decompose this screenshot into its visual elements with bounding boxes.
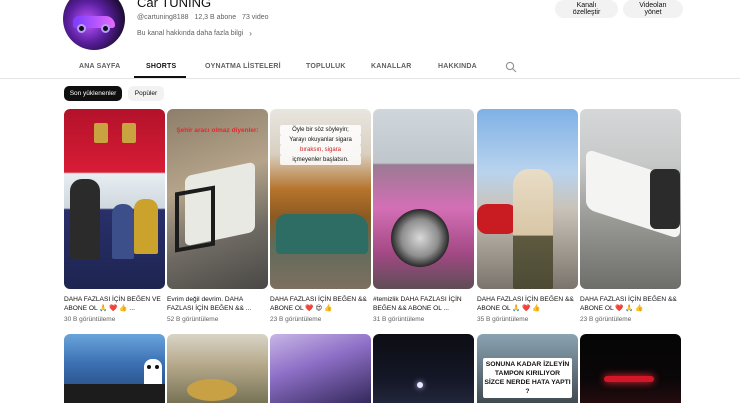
short-card[interactable] bbox=[580, 334, 681, 403]
taillight-graphic bbox=[604, 376, 654, 382]
short-thumbnail[interactable]: Şehir aracı olmaz diyenler: bbox=[167, 109, 268, 289]
avatar-wheel-graphic bbox=[101, 24, 110, 33]
short-card[interactable]: Öyle bir söz söyleyin; Yarayı okuyanlar … bbox=[270, 109, 371, 323]
short-card[interactable]: DAHA FAZLASI İÇİN BEĞEN && ABONE OL ❤️ 🙏… bbox=[580, 109, 681, 323]
channel-subscribers: 12,3 B abone bbox=[194, 14, 237, 21]
short-thumbnail[interactable] bbox=[477, 109, 578, 289]
short-thumbnail[interactable] bbox=[373, 334, 474, 403]
tab-about[interactable]: HAKKINDA bbox=[438, 63, 477, 70]
channel-about-text: Bu kanal hakkında daha fazla bilgi bbox=[137, 30, 244, 37]
person-graphic bbox=[513, 169, 553, 289]
frame-graphic bbox=[175, 185, 215, 253]
trophy-graphic bbox=[94, 123, 108, 143]
short-thumbnail[interactable] bbox=[167, 334, 268, 403]
channel-avatar[interactable] bbox=[63, 0, 125, 50]
short-title[interactable]: #temizlik DAHA FAZLASI İÇİN BEĞEN && ABO… bbox=[373, 295, 474, 313]
avatar-wheel-graphic bbox=[77, 24, 86, 33]
channel-name: Car TUNING bbox=[137, 0, 212, 10]
tab-channels[interactable]: KANALLAR bbox=[371, 63, 411, 70]
customize-channel-button[interactable]: Kanalı özelleştir bbox=[555, 0, 618, 18]
short-thumbnail[interactable] bbox=[580, 334, 681, 403]
short-thumbnail[interactable] bbox=[270, 334, 371, 403]
short-thumbnail[interactable] bbox=[64, 109, 165, 289]
short-card[interactable] bbox=[167, 334, 268, 403]
short-views: 23 B görüntüleme bbox=[270, 316, 322, 323]
short-views: 31 B görüntüleme bbox=[373, 316, 425, 323]
tab-community[interactable]: TOPLULUK bbox=[306, 63, 346, 70]
short-card[interactable] bbox=[373, 334, 474, 403]
tab-shorts[interactable]: SHORTS bbox=[146, 63, 176, 70]
short-card[interactable]: #temizlik DAHA FAZLASI İÇİN BEĞEN && ABO… bbox=[373, 109, 474, 323]
tab-playlists[interactable]: OYNATMA LİSTELERİ bbox=[205, 63, 281, 70]
chevron-right-icon: › bbox=[249, 29, 252, 38]
channel-video-count: 73 video bbox=[242, 14, 269, 21]
car-graphic bbox=[64, 384, 165, 403]
filter-recent-chip[interactable]: Son yüklenenler bbox=[64, 86, 122, 101]
light-graphic bbox=[417, 382, 423, 388]
thumbnail-overlay-text: SONUNA KADAR İZLEYİN TAMPON KIRILIYOR Sİ… bbox=[483, 358, 572, 398]
short-views: 23 B görüntüleme bbox=[580, 316, 632, 323]
channel-handle: @cartuning8188 bbox=[137, 14, 189, 21]
thumbnail-caption-line: içmeyenler başlatsın. bbox=[280, 155, 361, 165]
short-thumbnail[interactable] bbox=[373, 109, 474, 289]
short-thumbnail[interactable]: Öyle bir söz söyleyin; Yarayı okuyanlar … bbox=[270, 109, 371, 289]
thumbnail-caption-line: Öyle bir söz söyleyin; bbox=[280, 125, 361, 135]
short-card[interactable]: Şehir aracı olmaz diyenler: Evrim değil … bbox=[167, 109, 268, 323]
short-title[interactable]: Evrim değil devrim. DAHA FAZLASI İÇİN BE… bbox=[167, 295, 268, 313]
thumbnail-overlay-text: Şehir aracı olmaz diyenler: bbox=[176, 127, 259, 134]
short-title[interactable]: DAHA FAZLASI İÇİN BEĞEN VE ABONE OL 🙏 ❤️… bbox=[64, 295, 165, 313]
short-title[interactable]: DAHA FAZLASI İÇİN BEĞEN && ABONE OL ❤️ 🙏… bbox=[580, 295, 681, 313]
short-card[interactable]: DAHA FAZLASI İÇİN BEĞEN && ABONE OL 🙏 ❤️… bbox=[477, 109, 578, 323]
short-thumbnail[interactable] bbox=[580, 109, 681, 289]
short-card[interactable] bbox=[270, 334, 371, 403]
short-views: 52 B görüntüleme bbox=[167, 316, 219, 323]
car-graphic bbox=[477, 204, 517, 234]
short-title[interactable]: DAHA FAZLASI İÇİN BEĞEN && ABONE OL ❤️ 😍… bbox=[270, 295, 371, 313]
person-graphic bbox=[134, 199, 158, 254]
channel-about-link[interactable]: Bu kanal hakkında daha fazla bilgi › bbox=[137, 29, 252, 38]
short-views: 35 B görüntüleme bbox=[477, 316, 529, 323]
filter-popular-chip[interactable]: Popüler bbox=[128, 86, 164, 101]
person-graphic bbox=[112, 204, 134, 259]
short-thumbnail[interactable]: SONUNA KADAR İZLEYİN TAMPON KIRILIYOR Sİ… bbox=[477, 334, 578, 403]
car-graphic bbox=[276, 214, 368, 254]
channel-meta: @cartuning8188 12,3 B abone 73 video bbox=[137, 14, 269, 21]
short-views: 30 B görüntüleme bbox=[64, 316, 116, 323]
thumbnail-caption-line: Yarayı okuyanlar sigara bbox=[280, 135, 361, 145]
car-graphic bbox=[650, 169, 680, 229]
trophy-graphic bbox=[122, 123, 136, 143]
manage-videos-button[interactable]: Videoları yönet bbox=[623, 0, 683, 18]
short-card[interactable]: DAHA FAZLASI İÇİN BEĞEN VE ABONE OL 🙏 ❤️… bbox=[64, 109, 165, 323]
short-card[interactable]: SONUNA KADAR İZLEYİN TAMPON KIRILIYOR Sİ… bbox=[477, 334, 578, 403]
search-icon[interactable] bbox=[505, 61, 517, 73]
tabs-divider bbox=[0, 78, 740, 79]
object-graphic bbox=[187, 379, 237, 401]
thumbnail-caption-line: bıraksın, sigara bbox=[280, 145, 361, 155]
tab-home[interactable]: ANA SAYFA bbox=[79, 63, 120, 70]
short-thumbnail[interactable] bbox=[64, 334, 165, 403]
person-graphic bbox=[70, 179, 100, 259]
short-card[interactable] bbox=[64, 334, 165, 403]
short-title[interactable]: DAHA FAZLASI İÇİN BEĞEN && ABONE OL 🙏 ❤️… bbox=[477, 295, 578, 313]
wheel-graphic bbox=[391, 209, 449, 267]
